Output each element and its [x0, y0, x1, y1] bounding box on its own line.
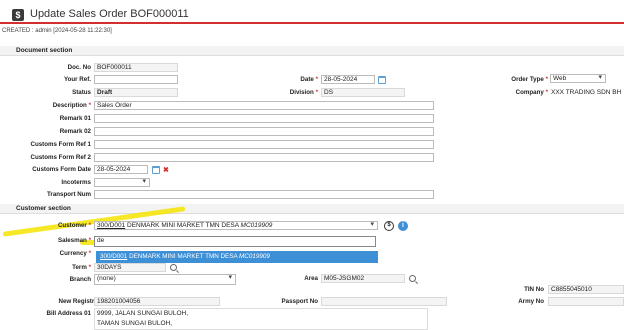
search-icon[interactable]	[409, 275, 416, 282]
branch-select[interactable]: (none)	[94, 274, 236, 285]
order-type-select[interactable]: Web	[550, 74, 606, 83]
remark01-label: Remark 01	[59, 115, 91, 122]
your-ref-input[interactable]	[94, 75, 178, 84]
transport-num-label: Transport Num	[46, 191, 91, 198]
area-field: M05-JSGM02	[321, 274, 405, 283]
customs-form-date-input[interactable]: 28-05-2024	[94, 165, 148, 174]
passport-no-label: Passport No	[281, 298, 318, 305]
customs-form-date-label: Customs Form Date	[32, 166, 91, 173]
customer-select[interactable]: 300/D001 DENMARK MINI MARKET TMN DESA MC…	[94, 221, 378, 230]
customer-name: DENMARK MINI MARKET TMN DESA	[127, 222, 239, 229]
dollar-icon: $	[12, 9, 24, 21]
bill-address-line1: 9999, JALAN SUNGAI BULOH,	[97, 310, 189, 317]
status-field: Draft	[94, 88, 178, 97]
calendar-icon[interactable]	[152, 166, 160, 174]
calendar-icon[interactable]	[378, 76, 386, 84]
doc-no-label: Doc. No	[67, 64, 91, 71]
customer-code: 300/D001	[97, 222, 126, 229]
area-label: Area	[304, 275, 318, 282]
clear-date-icon[interactable]: ✖	[163, 166, 169, 174]
page-title: Update Sales Order BOF000011	[30, 8, 189, 20]
created-info: CREATED : admin [2024-05-28 11:22:30]	[2, 28, 112, 34]
salesman-label: Salesman *	[57, 237, 91, 244]
customs-form-ref2-label: Customs Form Ref 2	[30, 154, 91, 161]
tin-no-field: C8855045010	[548, 285, 624, 294]
transport-num-input[interactable]	[94, 190, 434, 199]
salesman-search-input[interactable]: de	[94, 236, 376, 247]
lookup-icon[interactable]: $	[384, 221, 394, 231]
incoterms-label: Incoterms	[61, 179, 91, 186]
company-label: Company *	[515, 89, 548, 96]
customer-extra: MC019909	[240, 222, 273, 229]
customer-section-header: Customer section	[0, 204, 624, 214]
incoterms-select[interactable]	[94, 178, 150, 187]
new-reg-no-field: 198201004056	[94, 297, 220, 306]
status-label: Status	[72, 89, 91, 96]
remark02-input[interactable]	[94, 127, 434, 136]
customs-form-ref1-label: Customs Form Ref 1	[30, 141, 91, 148]
order-type-label: Order Type *	[511, 76, 548, 83]
sales-order-form: $ Update Sales Order BOF000011 CREATED :…	[0, 0, 624, 330]
remark01-input[interactable]	[94, 114, 434, 123]
date-label: Date *	[300, 76, 318, 83]
document-section-header: Document section	[0, 46, 624, 56]
bill-address01-box[interactable]: 9999, JALAN SUNGAI BULOH, TAMAN SUNGAI B…	[94, 308, 428, 330]
customs-form-ref1-input[interactable]	[94, 140, 434, 149]
division-label: Division *	[289, 89, 318, 96]
army-no-label: Army No	[518, 298, 544, 305]
customer-dropdown-option[interactable]: 300/D001 DENMARK MINI MARKET TMN DESA MC…	[96, 251, 378, 263]
passport-no-field	[321, 297, 447, 306]
bill-address-line2: TAMAN SUNGAI BULOH,	[97, 320, 173, 327]
currency-label: Currency *	[59, 250, 91, 257]
remark02-label: Remark 02	[59, 128, 91, 135]
description-input[interactable]: Sales Order	[94, 101, 434, 110]
term-field: 30DAYS	[94, 263, 166, 272]
army-no-field	[548, 297, 624, 306]
branch-label: Branch	[69, 276, 91, 283]
customs-form-ref2-input[interactable]	[94, 153, 434, 162]
term-label: Term *	[72, 264, 91, 271]
customer-label: Customer *	[57, 222, 91, 229]
doc-no-field: BOF000011	[94, 63, 178, 72]
info-icon[interactable]: i	[398, 221, 408, 231]
your-ref-label: Your Ref.	[63, 76, 91, 83]
search-icon[interactable]	[170, 264, 177, 271]
date-input[interactable]: 28-05-2024	[321, 75, 375, 84]
title-bar: $ Update Sales Order BOF000011	[0, 0, 624, 24]
division-field: DS	[321, 88, 405, 97]
bill-address01-label: Bill Address 01	[46, 310, 91, 317]
company-value: XXX TRADING SDN BH	[551, 89, 622, 96]
tin-no-label: TIN No	[524, 286, 544, 293]
description-label: Description *	[52, 102, 91, 109]
